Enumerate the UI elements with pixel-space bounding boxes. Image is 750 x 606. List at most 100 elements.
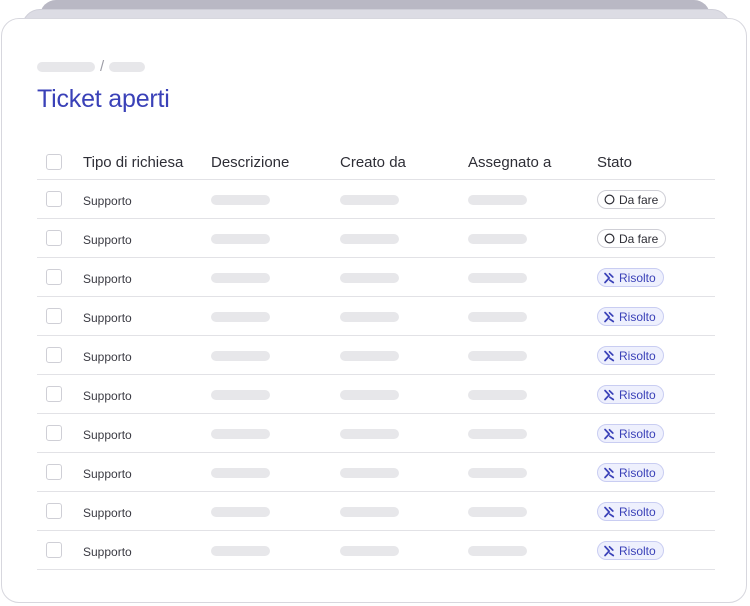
assigned-to-placeholder: [468, 546, 527, 556]
row-checkbox[interactable]: [46, 269, 62, 285]
request-type-cell: Supporto: [83, 467, 132, 481]
resolved-icon: [603, 467, 615, 479]
resolved-icon: [603, 311, 615, 323]
select-all-checkbox[interactable]: [46, 154, 62, 170]
request-type-cell: Supporto: [83, 311, 132, 325]
assigned-to-placeholder: [468, 351, 527, 361]
breadcrumb-item-placeholder[interactable]: [37, 62, 95, 72]
status-badge[interactable]: Risolto: [597, 502, 664, 521]
request-type-cell: Supporto: [83, 506, 132, 520]
table-body: Supporto Da fare Supporto Da fare Supporto Ri…: [37, 180, 715, 570]
row-checkbox[interactable]: [46, 542, 62, 558]
description-placeholder: [211, 546, 270, 556]
table-row[interactable]: Supporto Risolto: [37, 297, 715, 336]
assigned-to-placeholder: [468, 234, 527, 244]
row-checkbox[interactable]: [46, 308, 62, 324]
status-badge[interactable]: Risolto: [597, 268, 664, 287]
description-placeholder: [211, 234, 270, 244]
resolved-icon: [603, 389, 615, 401]
table-row[interactable]: Supporto Risolto: [37, 336, 715, 375]
assigned-to-placeholder: [468, 195, 527, 205]
assigned-to-placeholder: [468, 507, 527, 517]
row-checkbox[interactable]: [46, 230, 62, 246]
breadcrumb: /: [37, 59, 146, 74]
description-placeholder: [211, 312, 270, 322]
description-placeholder: [211, 390, 270, 400]
resolved-icon: [603, 428, 615, 440]
status-badge[interactable]: Risolto: [597, 463, 664, 482]
request-type-cell: Supporto: [83, 350, 132, 364]
created-by-placeholder: [340, 312, 399, 322]
status-label: Risolto: [619, 309, 656, 324]
status-badge[interactable]: Risolto: [597, 424, 664, 443]
table-row[interactable]: Supporto Risolto: [37, 492, 715, 531]
description-placeholder: [211, 195, 270, 205]
status-badge[interactable]: Risolto: [597, 346, 664, 365]
status-badge[interactable]: Risolto: [597, 385, 664, 404]
column-header-stato[interactable]: Stato: [597, 154, 632, 171]
status-label: Risolto: [619, 426, 656, 441]
created-by-placeholder: [340, 195, 399, 205]
resolved-icon: [603, 545, 615, 557]
row-checkbox[interactable]: [46, 347, 62, 363]
tickets-card: / Ticket aperti Tipo di richiesa Descriz…: [1, 18, 747, 603]
table-row[interactable]: Supporto Risolto: [37, 375, 715, 414]
description-placeholder: [211, 507, 270, 517]
breadcrumb-item-placeholder[interactable]: [109, 62, 146, 72]
column-header-tipo[interactable]: Tipo di richiesa: [83, 154, 183, 171]
created-by-placeholder: [340, 273, 399, 283]
row-checkbox[interactable]: [46, 191, 62, 207]
created-by-placeholder: [340, 468, 399, 478]
row-checkbox[interactable]: [46, 464, 62, 480]
status-label: Risolto: [619, 270, 656, 285]
column-header-creato-da[interactable]: Creato da: [340, 154, 406, 171]
resolved-icon: [603, 272, 615, 284]
status-label: Risolto: [619, 543, 656, 558]
request-type-cell: Supporto: [83, 428, 132, 442]
request-type-cell: Supporto: [83, 233, 132, 247]
page-title: Ticket aperti: [37, 85, 170, 113]
table-header-row: Tipo di richiesa Descrizione Creato da A…: [37, 144, 715, 180]
status-badge[interactable]: Risolto: [597, 541, 664, 560]
assigned-to-placeholder: [468, 429, 527, 439]
request-type-cell: Supporto: [83, 389, 132, 403]
status-badge[interactable]: Da fare: [597, 229, 667, 248]
tickets-table: Tipo di richiesa Descrizione Creato da A…: [37, 144, 715, 570]
circle-outline-icon: [603, 194, 615, 206]
resolved-icon: [603, 506, 615, 518]
created-by-placeholder: [340, 546, 399, 556]
request-type-cell: Supporto: [83, 545, 132, 559]
circle-outline-icon: [603, 233, 615, 245]
table-row[interactable]: Supporto Da fare: [37, 180, 715, 219]
request-type-cell: Supporto: [83, 194, 132, 208]
status-label: Da fare: [619, 192, 659, 207]
status-label: Risolto: [619, 387, 656, 402]
column-header-descrizione[interactable]: Descrizione: [211, 154, 289, 171]
status-label: Risolto: [619, 465, 656, 480]
status-badge[interactable]: Risolto: [597, 307, 664, 326]
assigned-to-placeholder: [468, 468, 527, 478]
description-placeholder: [211, 351, 270, 361]
created-by-placeholder: [340, 390, 399, 400]
description-placeholder: [211, 468, 270, 478]
created-by-placeholder: [340, 507, 399, 517]
resolved-icon: [603, 350, 615, 362]
description-placeholder: [211, 273, 270, 283]
table-row[interactable]: Supporto Da fare: [37, 219, 715, 258]
request-type-cell: Supporto: [83, 272, 132, 286]
row-checkbox[interactable]: [46, 425, 62, 441]
status-badge[interactable]: Da fare: [597, 190, 667, 209]
column-header-assegnato-a[interactable]: Assegnato a: [468, 154, 551, 171]
status-label: Da fare: [619, 231, 659, 246]
table-row[interactable]: Supporto Risolto: [37, 453, 715, 492]
table-row[interactable]: Supporto Risolto: [37, 531, 715, 570]
status-label: Risolto: [619, 348, 656, 363]
table-row[interactable]: Supporto Risolto: [37, 414, 715, 453]
created-by-placeholder: [340, 429, 399, 439]
assigned-to-placeholder: [468, 390, 527, 400]
row-checkbox[interactable]: [46, 386, 62, 402]
table-row[interactable]: Supporto Risolto: [37, 258, 715, 297]
assigned-to-placeholder: [468, 312, 527, 322]
created-by-placeholder: [340, 351, 399, 361]
row-checkbox[interactable]: [46, 503, 62, 519]
